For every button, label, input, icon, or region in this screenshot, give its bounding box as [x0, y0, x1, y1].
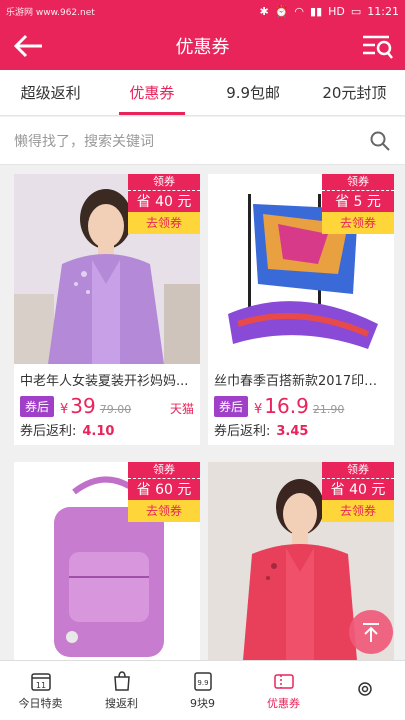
bottom-navigation: 11 今日特卖 搜返利 9.9 9块9 优惠券 962.NET 乐游网 — [0, 660, 405, 720]
claim-coupon-button[interactable]: 去领券 — [128, 212, 200, 234]
signal-icon: ▮▮ — [310, 4, 323, 18]
watermark-text: 乐游网 www.962.net — [6, 7, 95, 18]
page-title: 优惠券 — [175, 37, 230, 58]
search-bar[interactable]: 懒得找了，搜索关键词 — [0, 117, 405, 165]
coupon-badge[interactable]: 领券 省 5 元 去领券 — [322, 174, 394, 234]
nav-label: 今日特卖 — [18, 697, 63, 710]
bag-icon — [113, 671, 130, 691]
original-price: 21.90 — [312, 403, 345, 416]
network-type: HD — [328, 4, 345, 18]
nav-today-sale[interactable]: 11 今日特卖 — [0, 661, 81, 720]
coupon-label: 领券 — [128, 462, 200, 478]
rebate-label: 券后返利: — [214, 424, 271, 439]
coupon-badge[interactable]: 领券 省 40 元 去领券 — [128, 174, 200, 234]
claim-coupon-button[interactable]: 去领券 — [322, 500, 394, 522]
product-name: 中老年人女装夏装开衫妈妈... — [20, 374, 189, 389]
nav-search-rebate[interactable]: 搜返利 — [81, 661, 162, 720]
product-image: 领券 省 5 元 去领券 — [208, 174, 394, 364]
status-time: 11:21 — [367, 4, 399, 18]
coupon-value: 省 40 元 — [322, 478, 394, 500]
claim-coupon-button[interactable]: 去领券 — [322, 212, 394, 234]
currency-symbol: ¥ — [254, 402, 263, 417]
original-price: 79.00 — [99, 403, 132, 416]
coupon-icon — [273, 674, 294, 689]
nav-label: 9块9 — [190, 697, 215, 710]
after-coupon-tag: 券后 — [214, 395, 249, 417]
claim-coupon-button[interactable]: 去领券 — [128, 500, 200, 522]
nav-label: 搜返利 — [105, 697, 138, 710]
coupon-badge[interactable]: 领券 省 60 元 去领券 — [128, 462, 200, 522]
product-card[interactable]: 领券 省 60 元 去领券 — [14, 462, 200, 660]
tab-super-rebate[interactable]: 超级返利 — [0, 70, 101, 115]
coupon-badge[interactable]: 领券 省 40 元 去领券 — [322, 462, 394, 522]
rebate-label: 券后返利: — [20, 424, 77, 439]
search-menu-button[interactable] — [359, 30, 395, 62]
coupon-price: 16.9 — [264, 394, 309, 418]
bottom-watermark: 962.NET 乐游网 — [323, 705, 399, 716]
coupon-label: 领券 — [322, 174, 394, 190]
nav-9-9[interactable]: 9.9 9块9 — [162, 661, 243, 720]
status-bar: 乐游网 www.962.net ✱ ⏰ ◠ ▮▮ HD ▭ 11:21 — [0, 0, 405, 22]
coupon-label: 领券 — [322, 462, 394, 478]
search-input[interactable]: 懒得找了，搜索关键词 — [14, 131, 154, 151]
arrow-left-icon — [13, 34, 42, 58]
nav-coupons[interactable]: 优惠券 — [243, 661, 324, 720]
nav-label: 优惠券 — [267, 697, 300, 710]
svg-text:11: 11 — [35, 681, 45, 690]
coupon-value: 省 5 元 — [322, 190, 394, 212]
back-button[interactable] — [10, 30, 46, 62]
after-coupon-tag: 券后 — [20, 395, 55, 417]
product-image: 领券 省 40 元 去领券 — [14, 174, 200, 364]
tab-free-shipping[interactable]: 9.9包邮 — [203, 70, 304, 115]
rebate-row: 券后返利: 4.10 — [14, 418, 200, 445]
gear-icon — [357, 682, 372, 696]
app-bar: 优惠券 — [0, 22, 405, 70]
category-tabs: 超级返利 优惠券 9.9包邮 20元封顶 — [0, 70, 405, 116]
product-card[interactable]: 领券 省 5 元 去领券 丝巾春季百搭新款2017印花... 券后 ¥ 16.9… — [208, 174, 394, 445]
product-image: 领券 省 60 元 去领券 — [14, 462, 200, 660]
menu-search-icon — [363, 35, 393, 59]
coupon-label: 领券 — [128, 174, 200, 190]
coupon-value: 省 40 元 — [128, 190, 200, 212]
currency-symbol: ¥ — [60, 402, 69, 417]
svg-text:9.9: 9.9 — [197, 679, 208, 687]
calendar-icon: 11 — [30, 673, 51, 691]
search-icon[interactable] — [369, 130, 391, 152]
back-to-top-button[interactable] — [349, 610, 393, 654]
arrow-up-icon — [363, 623, 379, 642]
rebate-amount: 4.10 — [82, 424, 115, 439]
price-row: 券后 ¥ 39 79.00 天猫 — [14, 390, 200, 418]
product-card[interactable]: 领券 省 40 元 去领券 中老年人女装夏装开衫妈妈... 券后 ¥ 39 79… — [14, 174, 200, 445]
bluetooth-icon: ✱ — [259, 4, 269, 18]
tab-coupons[interactable]: 优惠券 — [101, 70, 202, 115]
rebate-row: 券后返利: 3.45 — [208, 418, 394, 445]
tab-20-cap[interactable]: 20元封顶 — [304, 70, 405, 115]
alarm-icon: ⏰ — [274, 4, 289, 18]
coupon-price: 39 — [70, 394, 96, 418]
shop-label: 天猫 — [169, 402, 194, 416]
price-row: 券后 ¥ 16.9 21.90 — [208, 390, 394, 418]
product-grid: 领券 省 40 元 去领券 中老年人女装夏装开衫妈妈... 券后 ¥ 39 79… — [0, 165, 405, 660]
rebate-amount: 3.45 — [276, 424, 309, 439]
product-name: 丝巾春季百搭新款2017印花... — [214, 374, 390, 389]
coupon-value: 省 60 元 — [128, 478, 200, 500]
wifi-icon: ◠ — [294, 4, 305, 18]
price-tag-icon: 9.9 — [193, 672, 212, 691]
battery-icon: ▭ — [350, 4, 362, 18]
